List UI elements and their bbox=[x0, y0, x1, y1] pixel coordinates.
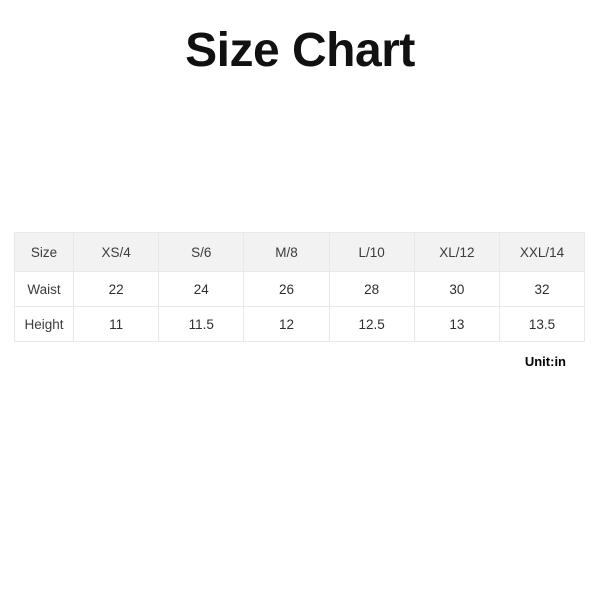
cell-waist-xxl-14: 32 bbox=[498, 271, 586, 307]
cell-waist-xl-12: 30 bbox=[413, 271, 500, 307]
cell-waist-s-6: 24 bbox=[158, 271, 245, 307]
cell-height-xs-4: 11 bbox=[72, 306, 160, 342]
column-header-size: Size bbox=[14, 232, 74, 272]
table-row: Height 11 11.5 12 12.5 13 13.5 bbox=[14, 306, 586, 342]
unit-note: Unit:in bbox=[524, 354, 566, 369]
table-body: Waist 22 24 26 28 30 32 Height 11 11.5 1… bbox=[14, 271, 586, 342]
size-chart-table-wrapper: Size XS/4 S/6 M/8 L/10 XL/12 XXL/14 Wais… bbox=[14, 232, 586, 342]
cell-height-l-10: 12.5 bbox=[328, 306, 415, 342]
cell-height-s-6: 11.5 bbox=[158, 306, 245, 342]
cell-waist-l-10: 28 bbox=[328, 271, 415, 307]
table-row: Waist 22 24 26 28 30 32 bbox=[14, 271, 586, 307]
column-header-l-10: L/10 bbox=[328, 232, 415, 272]
page-title: Size Chart bbox=[185, 24, 415, 77]
table-header-row: Size XS/4 S/6 M/8 L/10 XL/12 XXL/14 bbox=[14, 232, 586, 272]
cell-waist-xs-4: 22 bbox=[72, 271, 160, 307]
size-chart-table: Size XS/4 S/6 M/8 L/10 XL/12 XXL/14 Wais… bbox=[14, 232, 586, 342]
column-header-xs-4: XS/4 bbox=[72, 232, 160, 272]
row-label-waist: Waist bbox=[14, 271, 74, 307]
cell-waist-m-8: 26 bbox=[243, 271, 330, 307]
column-header-xl-12: XL/12 bbox=[413, 232, 500, 272]
table-header: Size XS/4 S/6 M/8 L/10 XL/12 XXL/14 bbox=[14, 232, 586, 272]
cell-height-m-8: 12 bbox=[243, 306, 330, 342]
cell-height-xxl-14: 13.5 bbox=[498, 306, 586, 342]
column-header-s-6: S/6 bbox=[158, 232, 245, 272]
row-label-height: Height bbox=[14, 306, 74, 342]
cell-height-xl-12: 13 bbox=[413, 306, 500, 342]
size-chart-page: Size Chart Size XS/4 S/6 M/8 L/10 XL/12 … bbox=[0, 0, 600, 600]
column-header-m-8: M/8 bbox=[243, 232, 330, 272]
column-header-xxl-14: XXL/14 bbox=[498, 232, 586, 272]
